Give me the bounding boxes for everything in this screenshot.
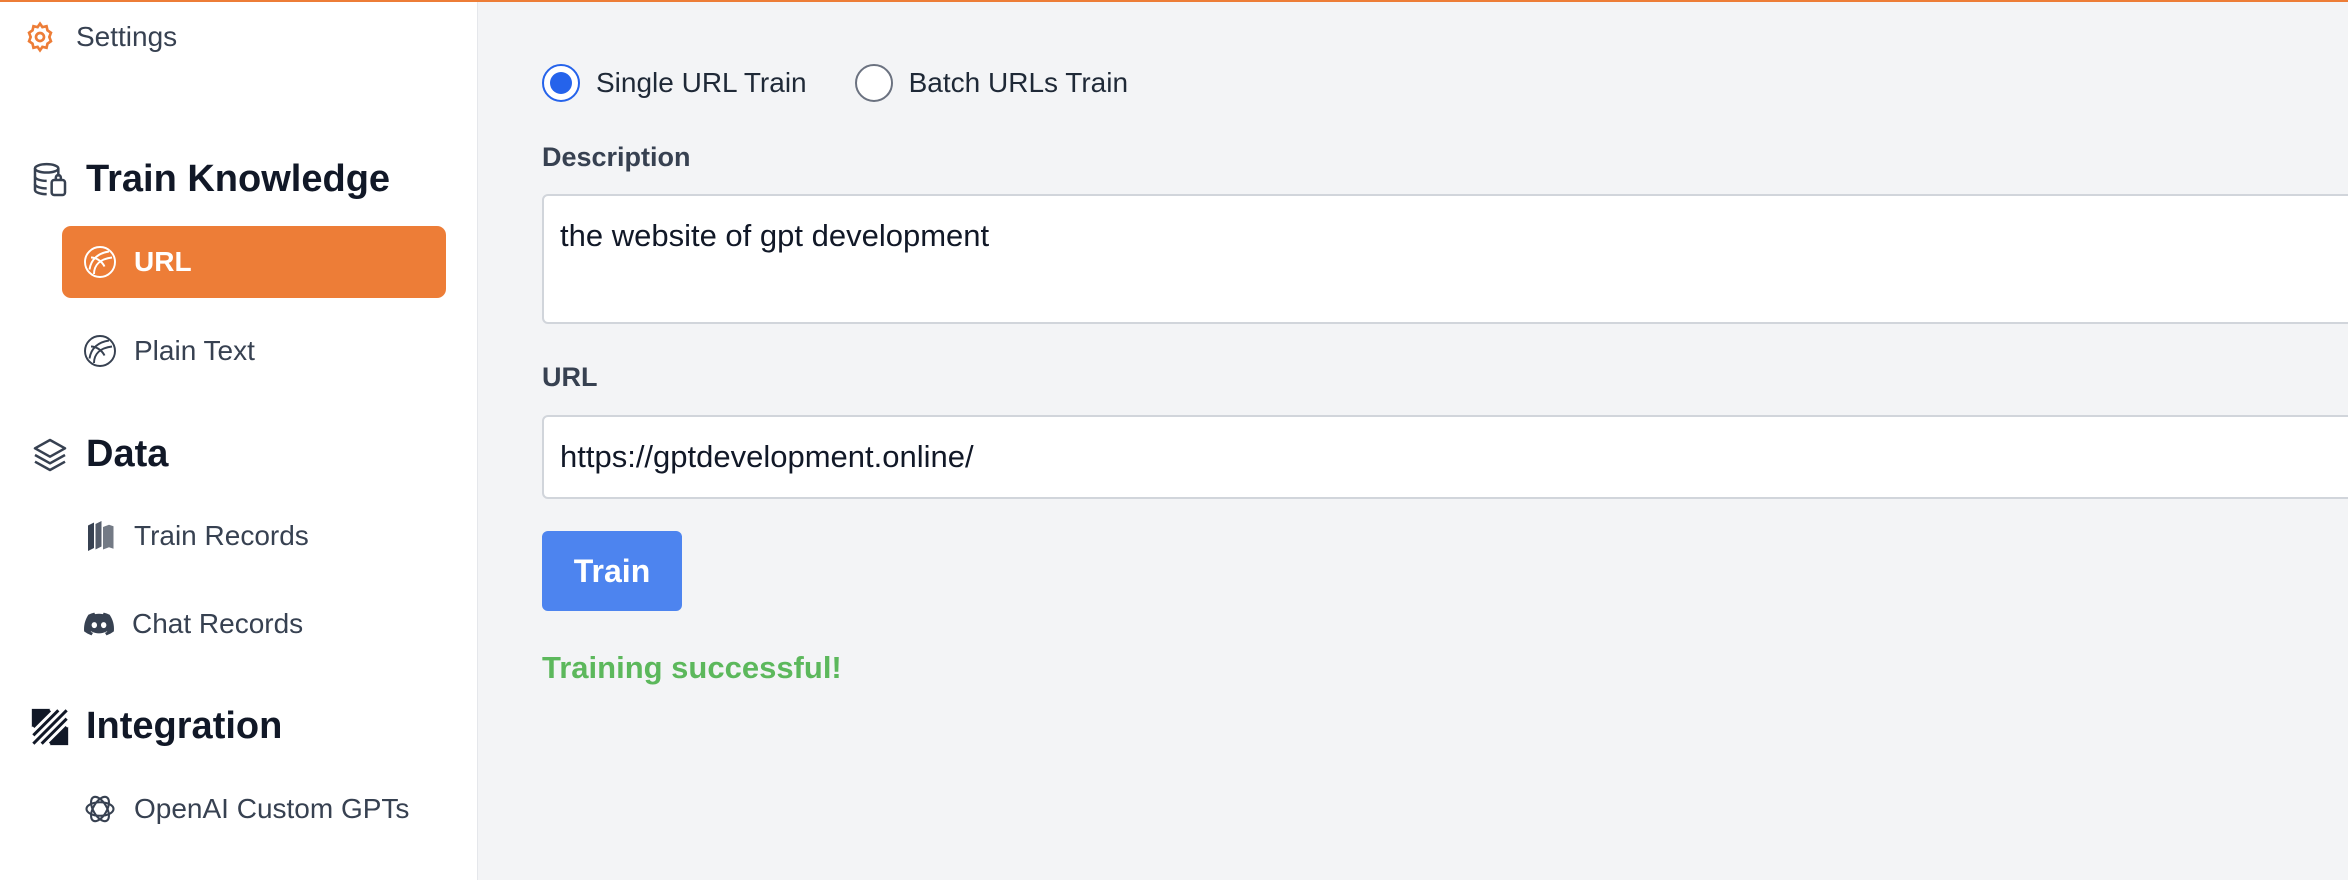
url-input[interactable]	[542, 415, 2348, 499]
radio-button-checked[interactable]	[542, 64, 580, 102]
description-label: Description	[542, 142, 691, 172]
integration-icon	[30, 707, 70, 747]
sidebar-item-chat-records[interactable]: Chat Records	[62, 588, 446, 660]
section-title: Integration	[86, 705, 283, 747]
sidebar-item-label: Train Records	[134, 520, 309, 551]
sidebar-item-train-records[interactable]: Train Records	[62, 500, 446, 572]
sidebar-item-openai-custom-gpts[interactable]: OpenAI Custom GPTs	[62, 773, 446, 845]
database-icon	[30, 160, 70, 200]
gear-icon	[24, 21, 56, 53]
records-icon	[82, 518, 118, 554]
radio-label: Single URL Train	[596, 67, 807, 98]
globe-icon	[82, 333, 118, 369]
globe-icon	[82, 244, 118, 280]
sidebar-item-url[interactable]: URL	[62, 226, 446, 298]
settings-link[interactable]: Settings	[24, 21, 177, 53]
status-message: Training successful!	[542, 650, 842, 685]
radio-batch-urls-train[interactable]: Batch URLs Train	[854, 64, 1129, 102]
section-title: Train Knowledge	[86, 158, 391, 200]
train-mode-radio-group: Single URL Train Batch URLs Train	[542, 64, 1176, 102]
main-content: Single URL Train Batch URLs Train Descri…	[478, 2, 2348, 880]
layers-icon	[30, 435, 70, 475]
section-integration: Integration	[30, 705, 282, 748]
discord-icon	[82, 607, 116, 641]
sidebar: Settings Train Knowledge URL Plain Text …	[0, 2, 478, 880]
radio-label: Batch URLs Train	[908, 67, 1129, 98]
radio-single-url-train[interactable]: Single URL Train	[542, 64, 807, 102]
openai-icon	[82, 791, 118, 827]
sidebar-item-label: Chat Records	[132, 608, 304, 639]
section-data: Data	[30, 433, 168, 476]
sidebar-item-plain-text[interactable]: Plain Text	[62, 315, 446, 387]
sidebar-item-label: Plain Text	[134, 335, 255, 366]
radio-button-unchecked[interactable]	[854, 64, 893, 102]
sidebar-item-label: OpenAI Custom GPTs	[134, 793, 410, 824]
train-button[interactable]: Train	[542, 531, 682, 611]
section-train-knowledge: Train Knowledge	[30, 158, 390, 201]
sidebar-item-label: URL	[134, 246, 192, 277]
url-label: URL	[542, 362, 598, 392]
description-textarea[interactable]: the website of gpt development	[542, 194, 2348, 324]
section-title: Data	[86, 433, 169, 475]
settings-label: Settings	[76, 21, 178, 52]
